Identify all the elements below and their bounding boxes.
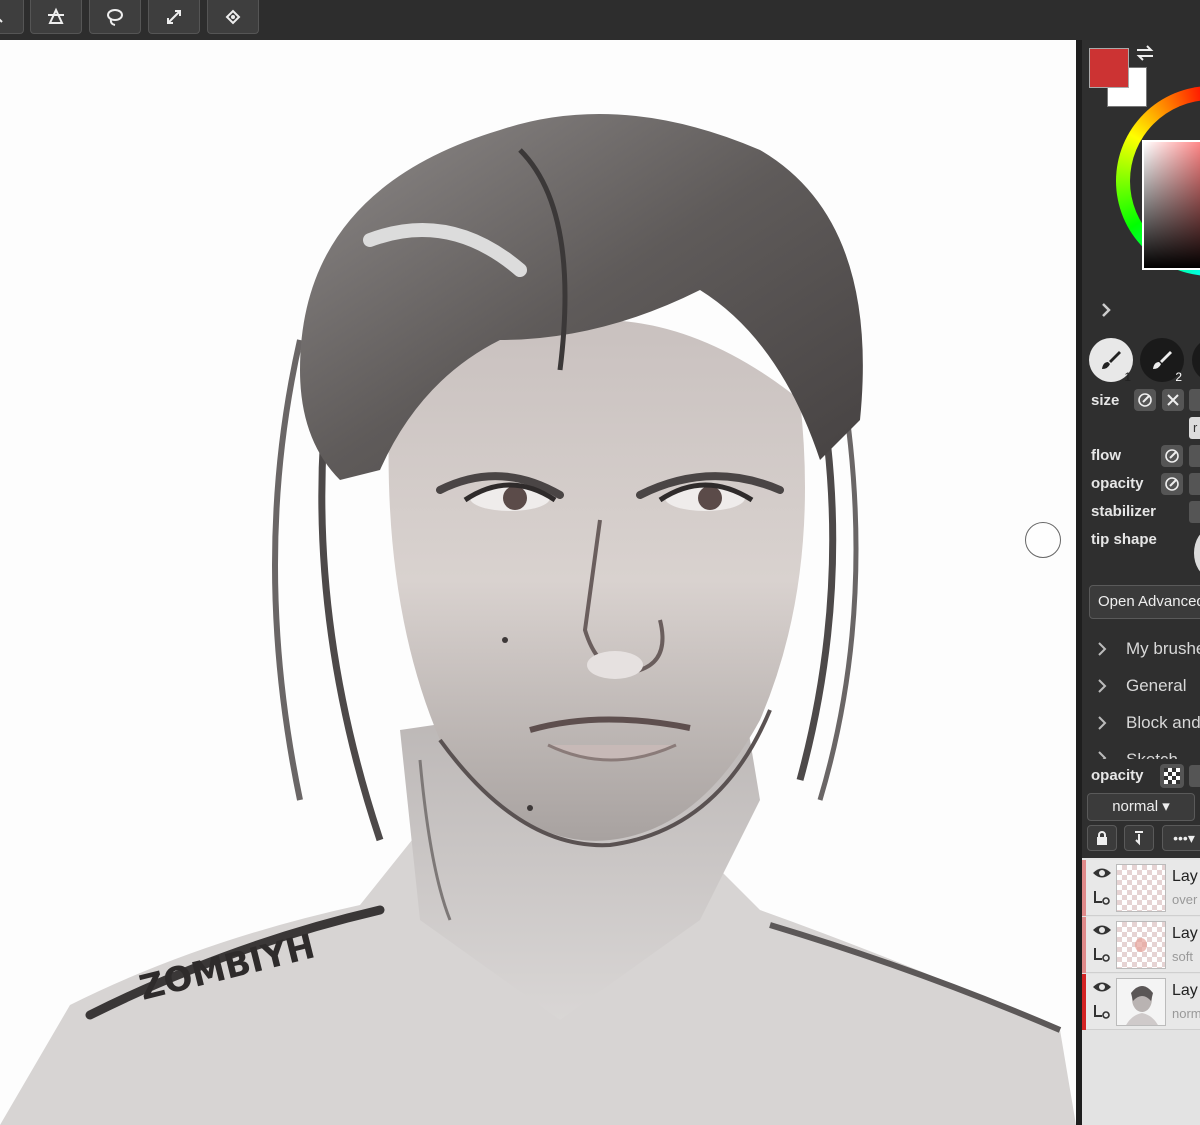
category-label: General <box>1126 676 1187 695</box>
layer-row[interactable]: Lay soft <box>1082 917 1200 973</box>
opacity-pressure-toggle[interactable] <box>1161 473 1183 495</box>
layer-clip-icon[interactable] <box>1092 1004 1112 1020</box>
caret-down-icon: ▾ <box>1162 798 1170 815</box>
layer-opacity-label: opacity <box>1091 767 1144 784</box>
transform-icon <box>48 7 64 24</box>
flow-pressure-toggle[interactable] <box>1161 445 1183 467</box>
opacity-label: opacity <box>1091 475 1144 492</box>
zoom-icon <box>0 18 3 23</box>
blend-mode-value: normal <box>1112 798 1159 815</box>
open-advanced-button[interactable]: Open Advanced <box>1089 585 1200 619</box>
close-icon <box>1167 394 1179 406</box>
clipping-mask-button[interactable] <box>1124 825 1154 851</box>
caret-down-icon: ▾ <box>1187 829 1195 846</box>
brush-slot-number: 1 <box>1124 370 1131 384</box>
drawing-canvas[interactable]: ZOMBIYH <box>0 40 1076 1125</box>
clipping-mask-icon <box>1135 831 1143 846</box>
pen-pressure-icon <box>1165 477 1179 491</box>
layer-color-marker <box>1082 974 1086 1030</box>
size-slider[interactable] <box>1189 389 1200 411</box>
layer-name: Lay <box>1172 868 1198 885</box>
chevron-right-icon <box>1098 679 1107 693</box>
brush-slot-1[interactable]: 1 <box>1089 338 1133 384</box>
category-general[interactable]: General <box>1096 676 1186 696</box>
primary-color-swatch[interactable] <box>1089 48 1129 88</box>
layer-blend-mode: soft <box>1172 949 1193 964</box>
chevron-right-icon <box>1098 751 1107 759</box>
layer-blend-mode: norm <box>1172 1006 1200 1021</box>
size-input[interactable]: r <box>1189 417 1200 439</box>
app-window: ZOMBIYH 1 2 size r flow opacity stabiliz… <box>0 0 1200 1125</box>
layer-thumbnail <box>1116 921 1166 969</box>
right-panel: 1 2 size r flow opacity stabilizer tip s… <box>1082 40 1200 1125</box>
category-label: Sketch <box>1126 750 1178 759</box>
lasso-button[interactable] <box>89 0 141 34</box>
eye-icon[interactable] <box>1092 923 1112 937</box>
size-reset-button[interactable] <box>1162 389 1184 411</box>
tip-shape-preview[interactable] <box>1194 530 1200 576</box>
category-my-brushes[interactable]: My brushe <box>1096 639 1200 659</box>
category-label: My brushe <box>1126 639 1200 658</box>
swap-colors-icon[interactable] <box>1134 44 1156 62</box>
layer-row[interactable]: Lay norm <box>1082 974 1200 1030</box>
pen-pressure-icon <box>1165 449 1179 463</box>
lock-layer-button[interactable] <box>1087 825 1117 851</box>
artwork-portrait: ZOMBIYH <box>0 114 1076 1125</box>
stabilizer-slider[interactable] <box>1189 501 1200 523</box>
category-label: Block and <box>1126 713 1200 732</box>
layer-clip-icon[interactable] <box>1092 890 1112 906</box>
fill-icon <box>225 9 241 24</box>
zoom-button[interactable] <box>0 0 24 34</box>
eye-icon[interactable] <box>1092 980 1112 994</box>
size-label: size <box>1091 392 1120 409</box>
tip-shape-label: tip shape <box>1091 531 1157 548</box>
eye-icon[interactable] <box>1092 866 1112 880</box>
brush-slot-3[interactable] <box>1192 338 1200 382</box>
brush-slot-number: 2 <box>1175 370 1182 384</box>
layer-clip-icon[interactable] <box>1092 947 1112 963</box>
brush-icon <box>1153 351 1172 369</box>
flow-slider[interactable] <box>1189 445 1200 467</box>
opacity-slider[interactable] <box>1189 473 1200 495</box>
brush-slot-2[interactable]: 2 <box>1140 338 1184 384</box>
more-icon: ••• <box>1173 830 1188 846</box>
flow-label: flow <box>1091 447 1121 464</box>
lock-alpha-button[interactable] <box>1160 764 1184 788</box>
layer-thumbnail <box>1116 864 1166 912</box>
chevron-right-icon <box>1098 716 1107 730</box>
fill-button[interactable] <box>207 0 259 34</box>
layer-row[interactable]: Lay over <box>1082 860 1200 916</box>
layer-blend-mode: over <box>1172 892 1198 907</box>
top-toolbar <box>0 0 1200 40</box>
blend-mode-select[interactable]: normal ▾ <box>1087 793 1195 821</box>
pen-pressure-icon <box>1138 393 1152 407</box>
fullscreen-icon <box>167 9 181 24</box>
layer-name: Lay <box>1172 925 1198 942</box>
chevron-right-icon[interactable] <box>1098 302 1114 318</box>
transform-button[interactable] <box>30 0 82 34</box>
lock-icon <box>1097 831 1107 845</box>
stabilizer-label: stabilizer <box>1091 503 1157 520</box>
checkerboard-icon <box>1164 768 1180 784</box>
saturation-value-picker[interactable] <box>1142 140 1200 270</box>
brush-cursor <box>1025 522 1061 558</box>
brush-icon <box>1102 351 1121 369</box>
layer-name: Lay <box>1172 982 1198 999</box>
layer-color-marker <box>1082 860 1086 916</box>
layers-list: Lay over Lay soft Lay norm <box>1082 858 1200 1125</box>
lasso-icon <box>107 8 123 26</box>
layer-color-marker <box>1082 917 1086 973</box>
layer-more-button[interactable]: ••• ▾ <box>1162 825 1200 851</box>
layer-opacity-slider[interactable] <box>1189 765 1200 787</box>
chevron-right-icon <box>1098 642 1107 656</box>
portrait-thumbnail <box>1126 986 1158 1025</box>
category-sketch[interactable]: Sketch <box>1096 750 1178 759</box>
fullscreen-button[interactable] <box>148 0 200 34</box>
category-block-and[interactable]: Block and <box>1096 713 1200 733</box>
size-pressure-toggle[interactable] <box>1134 389 1156 411</box>
layer-thumbnail <box>1116 978 1166 1026</box>
